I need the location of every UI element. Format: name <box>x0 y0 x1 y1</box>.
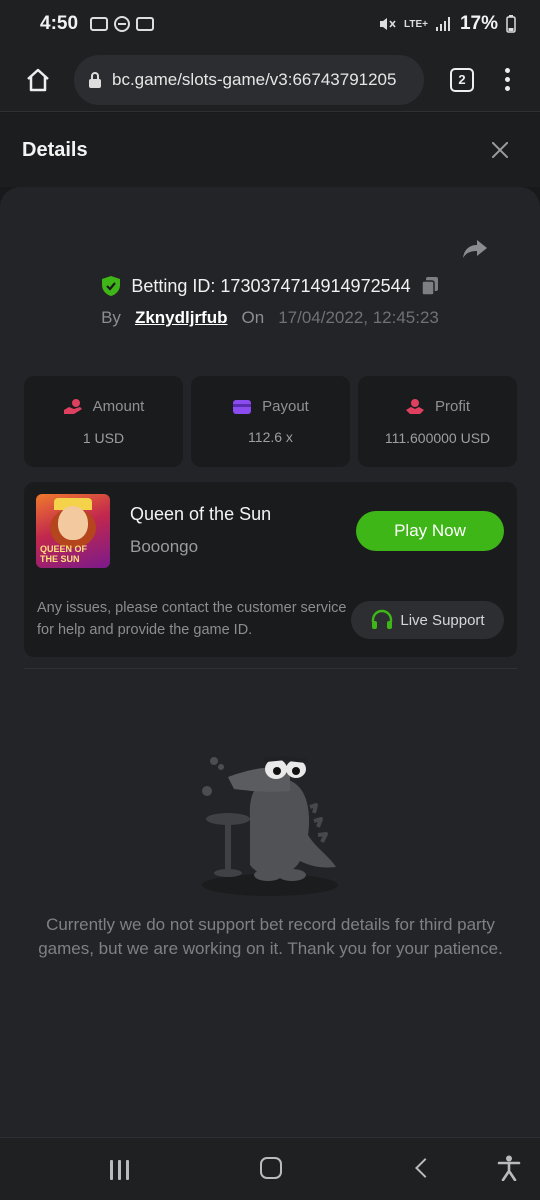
profit-value: 111.600000 USD <box>384 429 491 446</box>
tab-switcher-button[interactable]: 2 <box>450 67 474 92</box>
betting-id: Betting ID: 1730374714914972544 <box>131 275 411 296</box>
game-provider: Booongo <box>130 537 199 556</box>
status-right-icons: LTE+ 17% <box>378 13 516 35</box>
verified-shield-icon <box>102 276 121 296</box>
accessibility-icon <box>497 1155 521 1182</box>
profit-label: Profit <box>434 398 470 415</box>
crocodile-mascot-illustration <box>190 747 350 902</box>
bet-meta-row: By Zknydljrfub On 17/04/2022, 12:45:23 <box>0 308 540 328</box>
system-nav-bar <box>0 1137 540 1200</box>
recents-bar-icon <box>118 1160 121 1180</box>
copy-icon[interactable] <box>420 276 439 296</box>
profit-card: Profit 111.600000 USD <box>358 376 517 467</box>
game-name: Queen of the Sun <box>130 504 272 524</box>
betting-id-row: Betting ID: 1730374714914972544 <box>0 275 540 297</box>
divider <box>24 668 517 669</box>
share-icon <box>463 240 487 258</box>
live-support-label: Live Support <box>400 611 485 629</box>
by-label: By <box>101 308 121 327</box>
browser-menu-button[interactable] <box>502 68 512 91</box>
url-text: bc.game/slots-game/v3:66743791205 <box>112 69 397 89</box>
network-type: LTE+ <box>403 18 428 30</box>
close-button[interactable] <box>488 138 512 162</box>
profit-hand-icon <box>405 398 424 414</box>
voicemail-icon <box>136 17 155 31</box>
coin-hand-icon <box>63 398 82 414</box>
amount-value: 1 USD <box>82 429 125 446</box>
battery-icon <box>506 15 516 33</box>
browser-home-button[interactable] <box>18 60 58 100</box>
bet-details-panel: Betting ID: 1730374714914972544 By Zknyd… <box>0 187 540 1137</box>
back-button[interactable] <box>415 1158 435 1178</box>
recents-bar-icon <box>126 1160 129 1180</box>
game-thumbnail[interactable]: QUEEN OF THE SUN <box>36 494 110 568</box>
username-link[interactable]: Zknydljrfub <box>135 308 228 328</box>
notification-icon <box>90 17 109 31</box>
recents-button[interactable] <box>110 1160 129 1180</box>
status-time: 4:50 <box>40 13 79 34</box>
dnd-icon <box>114 16 131 32</box>
status-notification-icons <box>90 16 155 32</box>
payout-value: 112.6 x <box>248 429 293 445</box>
amount-label: Amount <box>92 398 145 415</box>
menu-dot-icon <box>504 86 510 91</box>
accessibility-button[interactable] <box>497 1155 521 1186</box>
page-title: Details <box>22 138 88 161</box>
payout-card: Payout 112.6 x <box>191 376 350 467</box>
issues-text: Any issues, please contact the customer … <box>37 600 347 638</box>
share-button[interactable] <box>462 239 488 264</box>
play-now-button[interactable]: Play Now <box>356 511 504 551</box>
bet-datetime: 17/04/2022, 12:45:23 <box>278 308 439 327</box>
game-card: QUEEN OF THE SUN Queen of the Sun Booong… <box>24 482 517 657</box>
url-bar[interactable]: bc.game/slots-game/v3:66743791205 <box>74 54 424 105</box>
signal-icon <box>435 17 450 31</box>
menu-dot-icon <box>504 68 510 73</box>
on-label: On <box>241 308 265 327</box>
lock-icon <box>89 71 101 88</box>
wallet-icon <box>233 399 252 414</box>
browser-toolbar: bc.game/slots-game/v3:66743791205 2 <box>0 48 540 112</box>
recents-bar-icon <box>110 1160 113 1180</box>
bet-stats: Amount 1 USD Payout 112.6 x Profit 111.6… <box>24 376 517 467</box>
system-home-button[interactable] <box>260 1157 282 1179</box>
home-icon <box>27 68 49 91</box>
payout-label: Payout <box>262 398 309 415</box>
third-party-notice: Currently we do not support bet record d… <box>38 915 503 958</box>
details-header: Details <box>0 113 540 187</box>
thumbnail-title: QUEEN OF THE SUN <box>40 544 88 564</box>
mute-icon <box>379 18 396 30</box>
live-support-button[interactable]: Live Support <box>351 601 504 639</box>
menu-dot-icon <box>504 77 510 82</box>
status-bar: 4:50 LTE+ 17% <box>0 0 540 48</box>
thumbnail-face <box>58 506 88 540</box>
battery-percent: 17% <box>459 13 498 34</box>
amount-card: Amount 1 USD <box>24 376 183 467</box>
headset-icon <box>372 609 393 629</box>
